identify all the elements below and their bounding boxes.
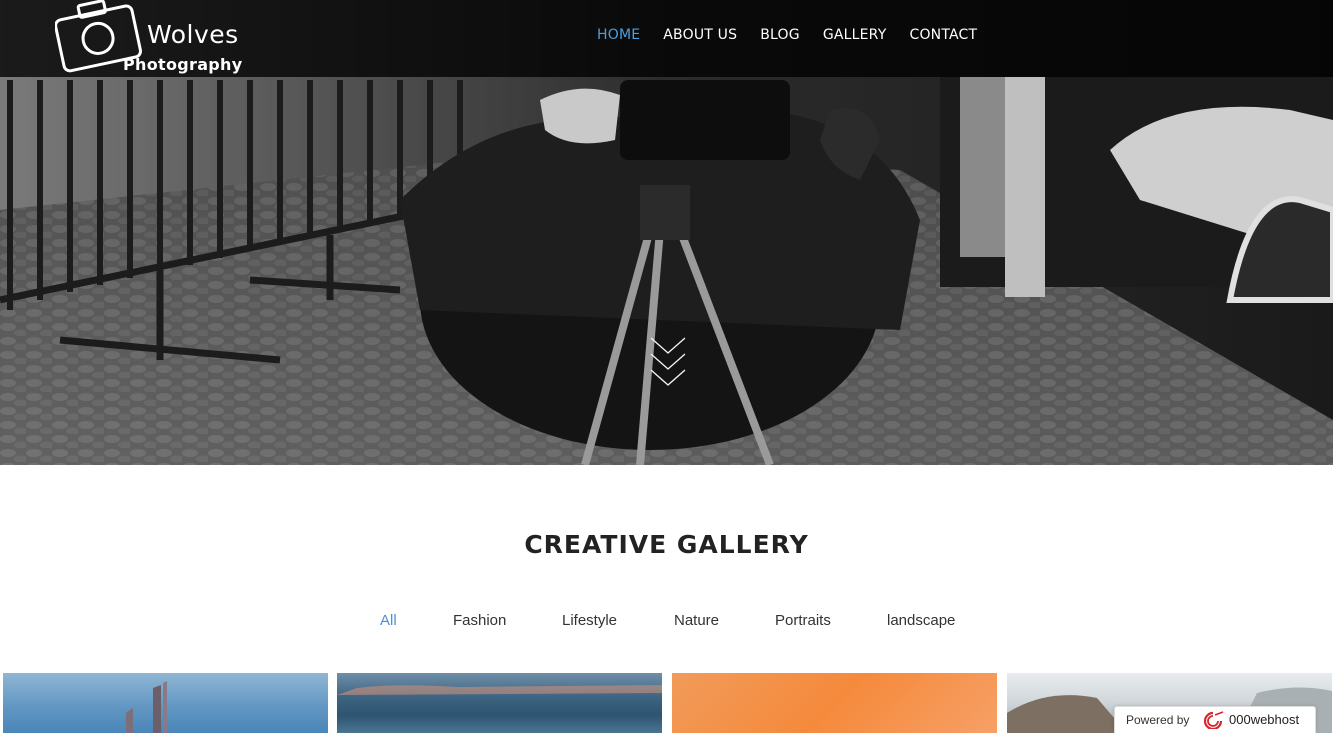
nav-blog[interactable]: BLOG	[760, 27, 800, 43]
filter-nature[interactable]: Nature	[674, 612, 719, 629]
triple-chevron-down-icon[interactable]	[649, 336, 687, 388]
logo-subtitle: Photography	[123, 55, 243, 74]
gallery-item[interactable]	[337, 673, 662, 733]
gallery-title: CREATIVE GALLERY	[524, 530, 809, 559]
webhost-logo-icon	[1203, 711, 1224, 729]
filter-lifestyle[interactable]: Lifestyle	[562, 612, 617, 629]
top-navigation-bar: Wolves Photography HOME ABOUT US BLOG GA…	[0, 0, 1333, 77]
filter-all[interactable]: All	[380, 612, 397, 629]
filter-landscape[interactable]: landscape	[887, 612, 955, 629]
nav-about-us[interactable]: ABOUT US	[663, 27, 737, 43]
powered-by-brand: 000webhost	[1229, 712, 1300, 727]
nav-home[interactable]: HOME	[597, 27, 640, 43]
filter-portraits[interactable]: Portraits	[775, 612, 831, 629]
powered-by-badge[interactable]: Powered by 000webhost	[1114, 706, 1316, 733]
main-nav: HOME ABOUT US BLOG GALLERY CONTACT	[597, 27, 1000, 43]
nav-gallery[interactable]: GALLERY	[823, 27, 887, 43]
filter-fashion[interactable]: Fashion	[453, 612, 506, 629]
powered-by-label: Powered by	[1126, 713, 1190, 727]
gallery-item[interactable]	[3, 673, 328, 733]
gallery-item[interactable]	[672, 673, 997, 733]
logo-title: Wolves	[147, 20, 239, 49]
hero-banner: Wolves Photography HOME ABOUT US BLOG GA…	[0, 0, 1333, 465]
nav-contact[interactable]: CONTACT	[909, 27, 977, 43]
site-logo[interactable]: Wolves Photography	[55, 0, 245, 75]
